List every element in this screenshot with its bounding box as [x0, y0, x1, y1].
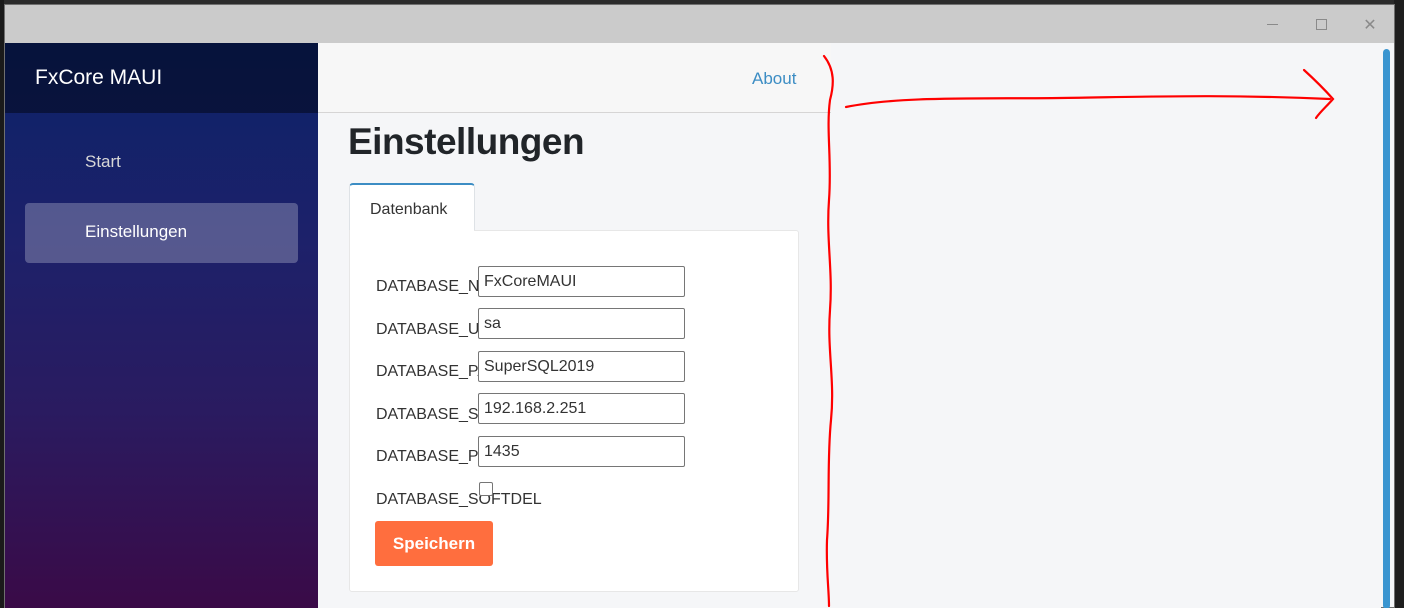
- sidebar-item-start[interactable]: Start: [25, 133, 298, 193]
- minimize-icon[interactable]: [1259, 11, 1285, 37]
- database-password-field[interactable]: [478, 351, 685, 382]
- database-name-field[interactable]: [478, 266, 685, 297]
- database-softdel-label: DATABASE_SOFTDEL: [376, 491, 542, 508]
- brand-title[interactable]: FxCore MAUI: [35, 66, 162, 90]
- about-link[interactable]: About: [752, 69, 796, 89]
- tab-panel: DATABASE_NAME DATABASE_USER DATABASE_PAS…: [349, 230, 799, 592]
- brand-header: FxCore MAUI: [5, 43, 318, 113]
- sidebar-item-label: Einstellungen: [85, 222, 188, 241]
- main-content: About Einstellungen Datenbank DATABASE_N…: [318, 43, 1381, 608]
- maximize-icon[interactable]: [1308, 11, 1334, 37]
- database-user-field[interactable]: [478, 308, 685, 339]
- desktop-background: [1394, 0, 1404, 608]
- title-bar: ✕: [5, 5, 1394, 43]
- sidebar-item-einstellungen[interactable]: Einstellungen: [25, 203, 298, 263]
- vertical-scrollbar[interactable]: [1381, 47, 1391, 608]
- top-row: About: [318, 43, 831, 113]
- app-window: ✕ FxCore MAUI Start Einstellungen About …: [4, 4, 1395, 608]
- sidebar: FxCore MAUI Start Einstellungen: [5, 43, 318, 608]
- page-title: Einstellungen: [348, 121, 585, 162]
- tab-label: Datenbank: [370, 201, 448, 218]
- close-icon[interactable]: ✕: [1357, 11, 1383, 37]
- sidebar-item-label: Start: [85, 152, 121, 171]
- scrollbar-thumb[interactable]: [1383, 49, 1390, 608]
- tab-datenbank[interactable]: Datenbank: [349, 183, 475, 232]
- save-button[interactable]: Speichern: [375, 521, 493, 566]
- database-port-field[interactable]: [478, 436, 685, 467]
- database-softdel-checkbox[interactable]: [479, 482, 493, 496]
- tab-join: [350, 229, 474, 232]
- database-server-field[interactable]: [478, 393, 685, 424]
